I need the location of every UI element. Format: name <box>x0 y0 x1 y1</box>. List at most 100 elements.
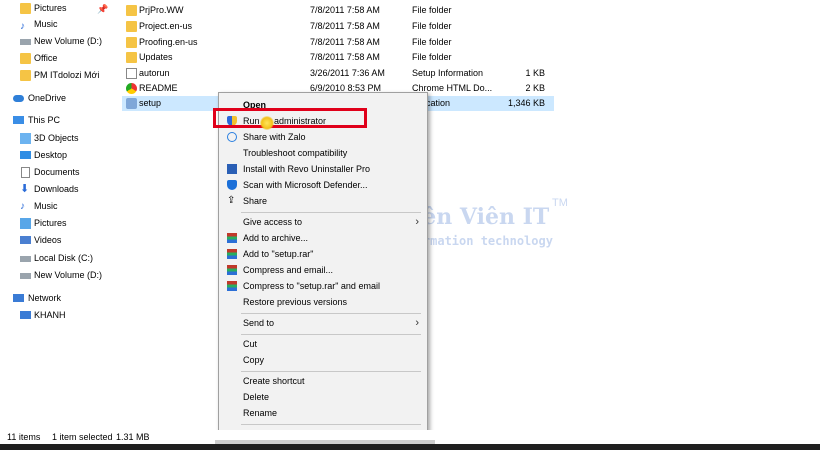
share-icon: ⇪ <box>227 195 236 206</box>
file-row[interactable]: PrjPro.WW 7/8/2011 7:58 AM File folder <box>122 3 554 18</box>
menu-label: Rename <box>243 408 278 418</box>
file-date: 3/26/2011 7:36 AM <box>310 68 385 78</box>
file-name: Project.en-us <box>139 21 193 31</box>
menu-separator <box>241 371 421 372</box>
file-name: README <box>139 83 178 93</box>
menu-item-create-shortcut[interactable]: Create shortcut <box>219 373 427 389</box>
status-selected: 1 item selected <box>52 432 113 442</box>
menu-separator <box>241 424 421 425</box>
downloads-icon: ⬇ <box>20 183 30 195</box>
folder-icon <box>126 5 137 16</box>
menu-label: Restore previous versions <box>243 297 348 307</box>
network-icon <box>13 294 24 302</box>
highlight-box <box>213 108 367 128</box>
menu-item-scan-defender[interactable]: Scan with Microsoft Defender... <box>219 177 427 193</box>
music-icon: ♪ <box>20 21 25 32</box>
menu-item-give-access[interactable]: Give access to › <box>219 214 427 230</box>
menu-item-share[interactable]: ⇪ Share <box>219 193 427 209</box>
file-row[interactable]: Updates 7/8/2011 7:58 AM File folder <box>122 50 554 65</box>
pictures-icon <box>20 3 31 14</box>
nav-label: Documents <box>34 167 80 177</box>
menu-label: Delete <box>243 392 270 402</box>
videos-icon <box>20 236 31 244</box>
file-type: File folder <box>412 52 452 62</box>
music-icon: ♪ <box>20 201 25 212</box>
nav-label: KHANH <box>34 310 66 320</box>
menu-item-add-to-setup-rar[interactable]: Add to "setup.rar" <box>219 246 427 262</box>
winrar-icon <box>227 233 237 243</box>
computer-icon <box>20 311 31 319</box>
nav-label: 3D Objects <box>34 133 79 143</box>
file-name: Updates <box>139 52 173 62</box>
zalo-icon <box>227 132 237 142</box>
menu-item-delete[interactable]: Delete <box>219 389 427 405</box>
nav-label: OneDrive <box>28 93 67 103</box>
menu-label: Scan with Microsoft Defender... <box>243 180 368 190</box>
menu-item-copy[interactable]: Copy <box>219 352 427 368</box>
file-row[interactable]: Proofing.en-us 7/8/2011 7:58 AM File fol… <box>122 35 554 50</box>
nav-label: Office <box>34 53 58 63</box>
menu-label: Compress and email... <box>243 265 334 275</box>
file-name: PrjPro.WW <box>139 5 184 15</box>
this-pc-icon <box>13 116 24 124</box>
menu-label: Share <box>243 196 268 206</box>
winrar-icon <box>227 281 237 291</box>
folder-icon <box>126 21 137 32</box>
file-type: Setup Information <box>412 68 484 78</box>
menu-item-restore-versions[interactable]: Restore previous versions <box>219 294 427 310</box>
file-name: autorun <box>139 68 170 78</box>
menu-label: Copy <box>243 355 265 365</box>
menu-item-compress-rar-email[interactable]: Compress to "setup.rar" and email <box>219 278 427 294</box>
nav-label: This PC <box>28 115 61 125</box>
file-row[interactable]: Project.en-us 7/8/2011 7:58 AM File fold… <box>122 19 554 34</box>
nav-label: Music <box>34 19 58 29</box>
file-type: File folder <box>412 5 452 15</box>
menu-separator <box>241 313 421 314</box>
menu-label: Add to archive... <box>243 233 309 243</box>
file-name: setup <box>139 98 162 108</box>
menu-item-revo-uninstaller[interactable]: Install with Revo Uninstaller Pro <box>219 161 427 177</box>
menu-label: Install with Revo Uninstaller Pro <box>243 164 371 174</box>
folder-icon <box>20 53 31 64</box>
menu-item-send-to[interactable]: Send to › <box>219 315 427 331</box>
nav-label: Videos <box>34 235 62 245</box>
menu-item-cut[interactable]: Cut <box>219 336 427 352</box>
navigation-pane: Pictures 📌 ♪ Music New Volume (D:) Offic… <box>0 0 118 430</box>
mouse-cursor-icon <box>260 116 274 130</box>
drive-icon <box>20 256 31 262</box>
context-menu: Open Run as administrator Share with Zal… <box>218 92 428 446</box>
menu-item-rename[interactable]: Rename <box>219 405 427 421</box>
pin-icon: 📌 <box>97 4 109 14</box>
setup-info-file-icon <box>126 68 137 79</box>
file-type: File folder <box>412 21 452 31</box>
file-row[interactable]: autorun 3/26/2011 7:36 AM Setup Informat… <box>122 66 554 81</box>
chevron-right-icon: › <box>415 317 419 329</box>
menu-item-troubleshoot[interactable]: Troubleshoot compatibility <box>219 145 427 161</box>
nav-label: Local Disk (C:) <box>34 253 94 263</box>
onedrive-icon <box>13 95 24 102</box>
setup-exe-icon <box>126 98 137 109</box>
folder-icon <box>20 70 31 81</box>
status-size: 1.31 MB <box>116 432 150 442</box>
menu-label: Give access to <box>243 217 303 227</box>
menu-item-compress-and-email[interactable]: Compress and email... <box>219 262 427 278</box>
menu-label: Troubleshoot compatibility <box>243 148 348 158</box>
menu-item-add-to-archive[interactable]: Add to archive... <box>219 230 427 246</box>
3d-objects-icon <box>20 133 31 144</box>
chrome-icon <box>126 83 137 94</box>
menu-item-share-with-zalo[interactable]: Share with Zalo <box>219 129 427 145</box>
menu-label: Cut <box>243 339 258 349</box>
chevron-right-icon: › <box>415 216 419 228</box>
nav-label: Desktop <box>34 150 68 160</box>
status-item-count: 11 items <box>7 432 41 442</box>
menu-label: Send to <box>243 318 275 328</box>
nav-label: Downloads <box>34 184 79 194</box>
drive-icon <box>20 273 31 279</box>
menu-label: Share with Zalo <box>243 132 306 142</box>
desktop-icon <box>20 151 31 159</box>
nav-label: PM ITdolozi Mới <box>34 70 100 80</box>
file-date: 7/8/2011 7:58 AM <box>310 37 380 47</box>
folder-icon <box>126 37 137 48</box>
nav-label: New Volume (D:) <box>34 36 103 46</box>
nav-label: Music <box>34 201 58 211</box>
